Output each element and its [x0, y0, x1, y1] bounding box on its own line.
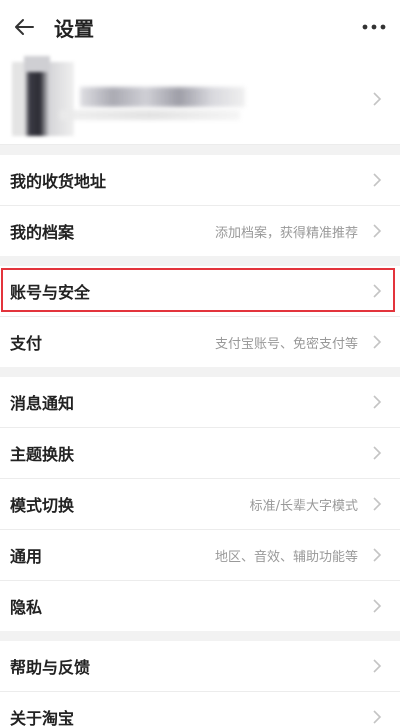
chevron-right-icon	[373, 599, 382, 613]
blurred-user-info	[60, 110, 240, 120]
settings-row[interactable]: 帮助与反馈	[0, 641, 400, 692]
row-label: 通用	[10, 547, 43, 566]
settings-row[interactable]: 通用 地区、音效、辅助功能等	[0, 530, 400, 581]
settings-row[interactable]: 隐私	[0, 581, 400, 631]
more-button[interactable]	[354, 0, 394, 54]
chevron-right-icon	[373, 92, 382, 106]
chevron-right-icon	[373, 284, 382, 298]
settings-screen: 设置 我的收货地址 我的档案 添加档案，获得精准推荐账号与安全支付 支付宝账号、免密支…	[0, 0, 400, 728]
row-label: 帮助与反馈	[10, 658, 91, 677]
settings-group: 我的收货地址 我的档案 添加档案，获得精准推荐	[0, 155, 400, 256]
settings-row[interactable]: 消息通知	[0, 377, 400, 428]
settings-row[interactable]: 关于淘宝	[0, 692, 400, 728]
settings-row[interactable]: 主题换肤	[0, 428, 400, 479]
row-label: 关于淘宝	[10, 709, 75, 728]
settings-group: 消息通知主题换肤模式切换 标准/长辈大字模式通用 地区、音效、辅助功能等隐私	[0, 377, 400, 631]
arrow-left-icon	[15, 19, 34, 35]
row-label: 模式切换	[10, 496, 75, 515]
top-bar: 设置	[0, 0, 400, 54]
row-label: 我的档案	[10, 223, 75, 242]
chevron-right-icon	[373, 335, 382, 349]
row-label: 主题换肤	[10, 445, 75, 464]
chevron-right-icon	[373, 446, 382, 460]
row-label: 支付	[10, 334, 43, 353]
settings-row[interactable]: 账号与安全	[0, 266, 400, 317]
chevron-right-icon	[373, 548, 382, 562]
settings-group: 账号与安全支付 支付宝账号、免密支付等	[0, 266, 400, 367]
row-description: 支付宝账号、免密支付等	[214, 336, 358, 352]
row-description: 添加档案，获得精准推荐	[214, 225, 358, 241]
chevron-right-icon	[373, 173, 382, 187]
back-button[interactable]	[0, 0, 48, 54]
settings-list: 我的收货地址 我的档案 添加档案，获得精准推荐账号与安全支付 支付宝账号、免密支付等消…	[0, 155, 400, 728]
row-label: 消息通知	[10, 394, 75, 413]
row-label: 账号与安全	[10, 283, 91, 302]
settings-row[interactable]: 模式切换 标准/长辈大字模式	[0, 479, 400, 530]
chevron-right-icon	[373, 497, 382, 511]
settings-row[interactable]: 我的收货地址	[0, 155, 400, 206]
row-label: 隐私	[10, 598, 43, 617]
row-description: 标准/长辈大字模式	[249, 498, 358, 514]
chevron-right-icon	[373, 710, 382, 724]
row-description: 地区、音效、辅助功能等	[214, 549, 358, 565]
row-label: 我的收货地址	[10, 172, 107, 191]
profile-row[interactable]	[0, 54, 400, 145]
chevron-right-icon	[373, 659, 382, 673]
chevron-right-icon	[373, 224, 382, 238]
settings-row[interactable]: 我的档案 添加档案，获得精准推荐	[0, 206, 400, 256]
more-dots-icon	[362, 24, 386, 30]
avatar	[12, 56, 74, 136]
settings-row[interactable]: 支付 支付宝账号、免密支付等	[0, 317, 400, 367]
blurred-username	[80, 87, 245, 107]
chevron-right-icon	[373, 395, 382, 409]
settings-group: 帮助与反馈 关于淘宝	[0, 641, 400, 728]
page-title: 设置	[54, 16, 94, 41]
